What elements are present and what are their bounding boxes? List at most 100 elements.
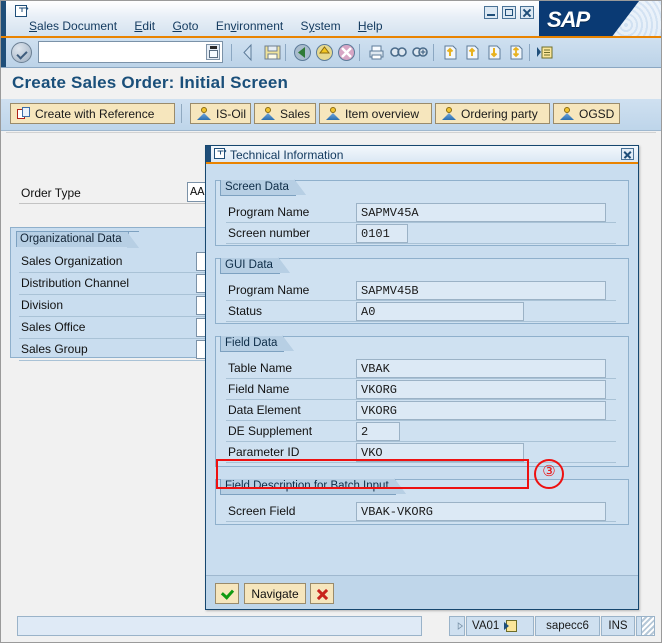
dialog-close-icon[interactable] — [621, 148, 634, 160]
order-type-row: Order Type — [10, 181, 215, 207]
ogsd-button[interactable]: OGSD — [553, 103, 620, 124]
system-name: sapecc6 — [546, 620, 589, 632]
button-label: IS-Oil — [216, 106, 246, 121]
gui-status-input[interactable]: A0 — [356, 302, 524, 321]
toolbar-separator — [231, 44, 232, 61]
gui-program-name-row: Program Name SAPMV45B — [216, 280, 630, 301]
back-green-icon[interactable] — [293, 43, 312, 62]
command-field[interactable] — [38, 41, 223, 63]
screen-data-group: Screen Data Program Name SAPMV45A Screen… — [215, 179, 629, 246]
save-icon[interactable] — [263, 43, 282, 62]
close-icon[interactable] — [520, 6, 534, 19]
button-label: OGSD — [579, 106, 615, 121]
data-element-input[interactable]: VKORG — [356, 401, 606, 420]
technical-information-dialog: Technical Information Screen Data Progra… — [205, 145, 639, 610]
toolbar-separator — [359, 44, 360, 61]
field-label: Screen Field — [228, 504, 296, 518]
screen-number-input[interactable]: 0101 — [356, 224, 408, 243]
menu-item-system[interactable]: System — [301, 19, 341, 33]
continue-button[interactable] — [215, 583, 239, 604]
data-element-row: Data Element VKORG — [216, 400, 630, 421]
batch-input-description-group: Field Description for Batch Input Screen… — [215, 478, 629, 525]
exit-yellow-icon[interactable] — [315, 43, 334, 62]
page-title-bar: Create Sales Order: Initial Screen — [1, 68, 661, 99]
sales-organization-row: Sales Organization — [11, 251, 218, 273]
menu-item-help[interactable]: Help — [358, 19, 383, 33]
print-icon[interactable] — [367, 43, 386, 62]
parameter-id-input[interactable]: VKO — [356, 443, 524, 462]
dialog-body: Screen Data Program Name SAPMV45A Screen… — [206, 166, 638, 609]
last-page-icon[interactable] — [507, 43, 526, 62]
screen-field-input[interactable]: VBAK-VKORG — [356, 502, 606, 521]
screen-program-name-input[interactable]: SAPMV45A — [356, 203, 606, 222]
dialog-button-row: Navigate — [206, 575, 638, 609]
back-arrow-icon[interactable] — [239, 43, 258, 62]
button-label: Create with Reference — [35, 106, 155, 121]
previous-page-icon[interactable] — [463, 43, 482, 62]
field-label: Status — [228, 304, 263, 318]
button-label: Navigate — [251, 586, 299, 601]
sales-group-row: Sales Group — [11, 339, 218, 361]
menu-bar: Sales Document Edit Goto Environment Sys… — [29, 19, 397, 36]
menu-item-edit[interactable]: Edit — [134, 19, 155, 33]
gui-program-name-input[interactable]: SAPMV45B — [356, 281, 606, 300]
find-icon[interactable] — [389, 43, 408, 62]
page-title: Create Sales Order: Initial Screen — [12, 73, 289, 92]
toolbar-separator — [285, 44, 286, 61]
de-supplement-input[interactable]: 2 — [356, 422, 400, 441]
button-label: Item overview — [345, 106, 420, 121]
group-title: Field Description for Batch Input — [220, 478, 406, 495]
button-label: Ordering party — [461, 106, 538, 121]
enter-check-icon[interactable] — [11, 42, 32, 63]
ordering-party-button[interactable]: Ordering party — [435, 103, 550, 124]
maximize-icon[interactable] — [502, 6, 516, 19]
navigate-button[interactable]: Navigate — [244, 583, 306, 604]
sap-logo: SAP — [539, 1, 661, 36]
field-label: Data Element — [228, 403, 301, 417]
sap-window-icon — [15, 5, 29, 17]
insert-mode-cell[interactable]: INS — [601, 616, 635, 636]
status-expand-cell[interactable] — [449, 616, 465, 636]
table-name-input[interactable]: VBAK — [356, 359, 606, 378]
dialog-title-bar: Technical Information — [206, 146, 638, 164]
logo-text: SAP — [547, 7, 590, 32]
field-underline — [19, 203, 206, 204]
cancel-red-icon[interactable] — [337, 43, 356, 62]
field-data-group: Field Data Table Name VBAK Field Name VK… — [215, 335, 630, 467]
window-controls — [484, 6, 534, 19]
application-toolbar: Create with Reference IS-Oil Sales Item … — [1, 99, 661, 131]
sap-gui-window: Sales Document Edit Goto Environment Sys… — [0, 0, 662, 643]
field-name-input[interactable]: VKORG — [356, 380, 606, 399]
menu-item-sales-document[interactable]: Sales Document — [29, 19, 117, 33]
status-menu-icon[interactable] — [504, 620, 518, 632]
status-bar: VA01 sapecc6 INS — [6, 615, 656, 637]
command-history-icon[interactable] — [206, 44, 220, 60]
distribution-channel-row: Distribution Channel — [11, 273, 218, 295]
create-with-reference-button[interactable]: Create with Reference — [10, 103, 175, 124]
field-label: Sales Office — [21, 320, 86, 334]
field-label: Program Name — [228, 205, 310, 219]
is-oil-button[interactable]: IS-Oil — [190, 103, 251, 124]
transaction-code-cell[interactable]: VA01 — [466, 616, 534, 636]
item-overview-button[interactable]: Item overview — [319, 103, 432, 124]
cancel-button[interactable] — [310, 583, 334, 604]
field-label: DE Supplement — [228, 424, 313, 438]
transaction-code: VA01 — [472, 620, 500, 632]
resize-grip[interactable] — [641, 616, 655, 636]
first-page-icon[interactable] — [441, 43, 460, 62]
menu-item-goto[interactable]: Goto — [172, 19, 198, 33]
toolbar-separator — [529, 44, 530, 61]
create-session-icon[interactable] — [535, 43, 554, 62]
sales-button[interactable]: Sales — [254, 103, 316, 124]
parameter-id-row: Parameter ID VKO — [216, 442, 630, 463]
dialog-title: Technical Information — [230, 148, 344, 162]
find-next-icon[interactable] — [411, 43, 430, 62]
menu-item-environment[interactable]: Environment — [216, 19, 283, 33]
field-label: Parameter ID — [228, 445, 300, 459]
toolbar-left-accent — [1, 38, 6, 67]
person-icon — [442, 107, 456, 120]
minimize-icon[interactable] — [484, 6, 498, 19]
next-page-icon[interactable] — [485, 43, 504, 62]
system-name-cell: sapecc6 — [535, 616, 600, 636]
button-label: Sales — [280, 106, 311, 121]
